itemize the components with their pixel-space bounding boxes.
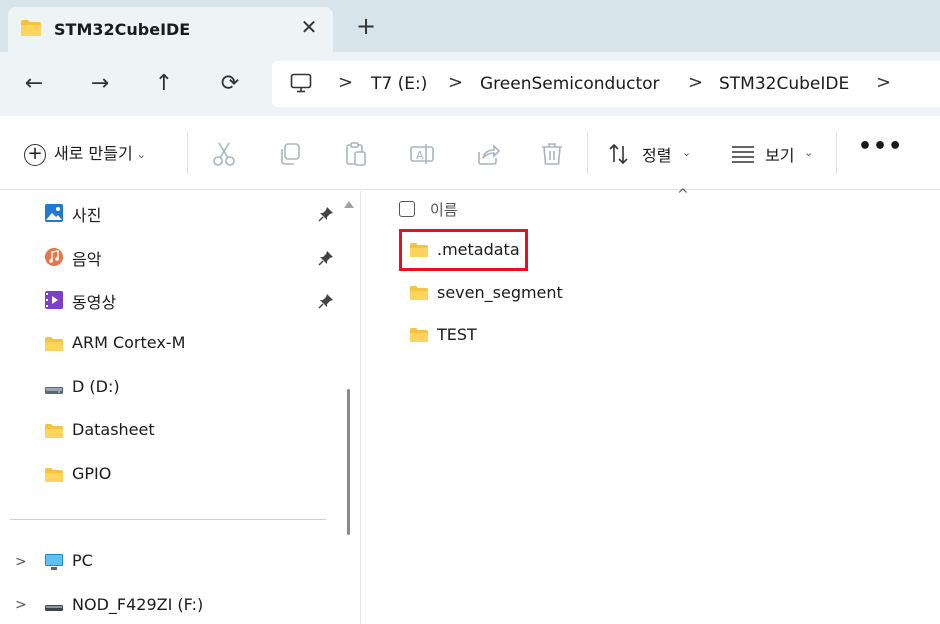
back-button[interactable]: ← — [18, 68, 50, 100]
drive-icon — [45, 605, 63, 611]
navigation-bar: ← → ↑ ⟳ > T7 (E:) > GreenSemiconductor >… — [0, 52, 940, 116]
sidebar-item-label: 동영상 — [72, 293, 117, 312]
chevron-down-icon: ⌄ — [136, 148, 146, 161]
rename-icon[interactable]: A — [408, 140, 436, 168]
breadcrumb-item-stm32cubeide[interactable]: STM32CubeIDE — [719, 74, 849, 94]
new-button[interactable]: + 새로 만들기 ⌄ — [24, 140, 146, 168]
command-toolbar: + 새로 만들기 ⌄ A 정렬 ⌄ 보기 ⌄ ••• — [0, 116, 940, 190]
breadcrumb-chevron-icon[interactable]: > — [338, 72, 353, 93]
sidebar-item-label: ARM Cortex-M — [72, 333, 186, 352]
column-header-name[interactable]: 이름 — [430, 199, 458, 220]
toolbar-divider — [187, 132, 188, 174]
sort-icon — [609, 143, 628, 165]
toolbar-divider — [587, 132, 588, 174]
title-bar: STM32CubeIDE ✕ + — [0, 0, 940, 52]
sidebar-item-label: PC — [72, 551, 93, 570]
file-name: seven_segment — [437, 283, 563, 302]
share-icon[interactable] — [474, 140, 502, 168]
music-icon — [45, 248, 63, 266]
up-button[interactable]: ↑ — [148, 68, 180, 100]
breadcrumb-item-greensemiconductor[interactable]: GreenSemiconductor — [480, 74, 660, 94]
view-label: 보기 — [765, 146, 795, 165]
new-button-label: 새로 만들기 — [54, 144, 133, 163]
videos-icon — [45, 291, 63, 309]
pc-icon — [45, 554, 63, 570]
paste-icon[interactable] — [342, 140, 370, 168]
folder-icon — [410, 286, 428, 300]
expand-chevron-icon[interactable]: > — [15, 554, 27, 570]
folder-icon — [45, 337, 63, 351]
breadcrumb-chevron-icon[interactable]: > — [688, 72, 703, 93]
tab-title: STM32CubeIDE — [54, 20, 191, 39]
breadcrumb-chevron-icon[interactable]: > — [448, 72, 463, 93]
sort-label: 정렬 — [642, 146, 672, 165]
sidebar-scrollbar-thumb[interactable] — [347, 389, 350, 535]
breadcrumb-chevron-icon[interactable]: > — [876, 72, 891, 93]
sidebar-divider — [10, 519, 326, 520]
svg-text:A: A — [416, 149, 424, 162]
folder-icon — [45, 424, 63, 438]
sidebar-item-label: GPIO — [72, 464, 112, 483]
pin-icon[interactable] — [318, 293, 334, 309]
pc-icon — [290, 73, 312, 93]
sidebar-item-label: 음악 — [72, 250, 102, 269]
more-options-button[interactable]: ••• — [858, 134, 903, 159]
toolbar-divider — [836, 132, 837, 174]
pin-icon[interactable] — [318, 250, 334, 266]
delete-icon[interactable] — [538, 140, 566, 168]
sidebar-item-label: NOD_F429ZI (F:) — [72, 595, 204, 614]
file-name: TEST — [437, 325, 477, 344]
scroll-up-icon[interactable] — [343, 199, 355, 209]
address-bar[interactable]: > T7 (E:) > GreenSemiconductor > STM32Cu… — [272, 61, 940, 107]
drive-icon — [45, 387, 63, 394]
refresh-button[interactable]: ⟳ — [214, 68, 246, 100]
highlight-annotation-box — [399, 229, 528, 271]
cut-icon[interactable] — [210, 140, 238, 168]
sort-indicator-icon: ^ — [677, 187, 689, 203]
new-tab-button[interactable]: + — [352, 12, 380, 40]
close-tab-icon[interactable]: ✕ — [295, 13, 323, 41]
breadcrumb-item-t7[interactable]: T7 (E:) — [371, 74, 427, 94]
select-all-checkbox[interactable] — [399, 201, 415, 217]
pictures-icon — [45, 204, 63, 222]
sidebar-item-label: D (D:) — [72, 377, 120, 396]
tab-stm32cubeide[interactable]: STM32CubeIDE ✕ — [8, 7, 333, 52]
folder-icon — [45, 468, 63, 482]
chevron-down-icon: ⌄ — [804, 146, 814, 159]
navigation-pane: 사진 음악 동영상 ARM Cortex-M D (D:) Datasheet … — [0, 191, 360, 624]
copy-icon[interactable] — [276, 140, 304, 168]
expand-chevron-icon[interactable]: > — [15, 597, 27, 613]
pin-icon[interactable] — [318, 206, 334, 222]
folder-icon — [21, 20, 41, 36]
folder-icon — [410, 328, 428, 342]
sidebar-item-label: Datasheet — [72, 420, 155, 439]
sidebar-item-label: 사진 — [72, 206, 102, 225]
view-icon — [732, 146, 754, 163]
chevron-down-icon: ⌄ — [682, 146, 692, 159]
forward-button[interactable]: → — [84, 68, 116, 100]
plus-icon: + — [24, 143, 46, 166]
